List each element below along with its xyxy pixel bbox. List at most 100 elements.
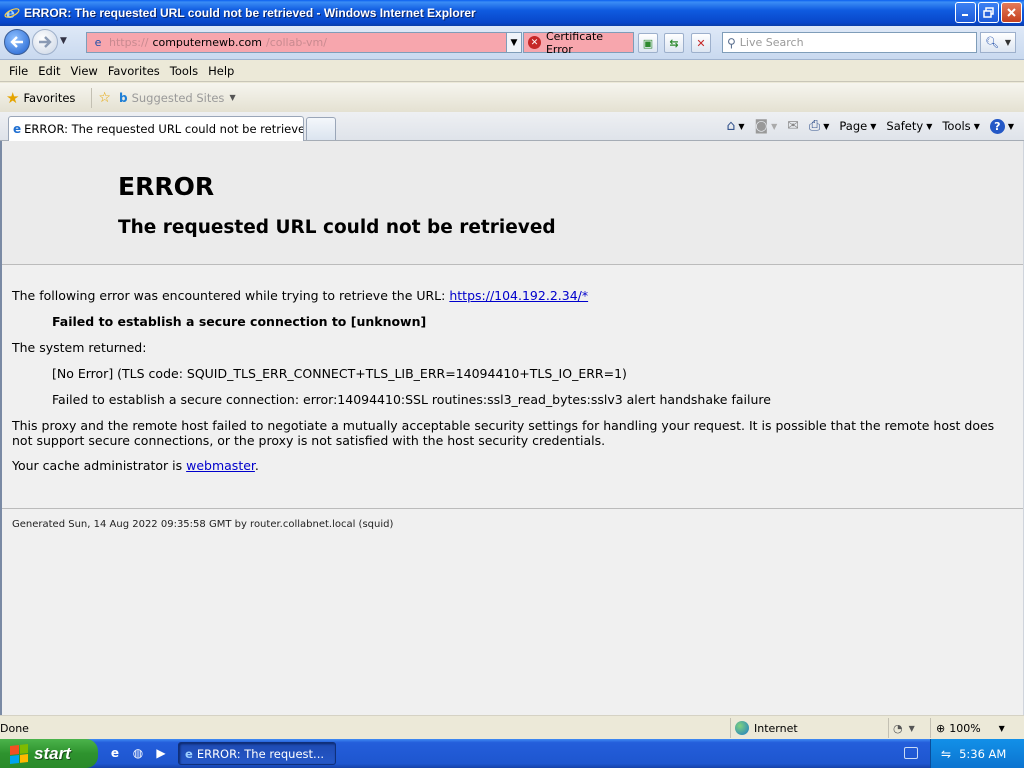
certificate-error-label: Certificate Error <box>545 29 604 56</box>
suggested-sites-button[interactable]: Suggested Sites <box>132 91 225 105</box>
zone-label: Internet <box>754 721 798 735</box>
protected-mode-dropdown-icon: ▼ <box>908 723 915 733</box>
quicklaunch-ie-icon[interactable]: e <box>106 744 124 762</box>
error-header: ERROR The requested URL could not be ret… <box>2 141 1023 265</box>
taskbar-ie-icon: e <box>185 746 193 761</box>
menu-help[interactable]: Help <box>203 64 239 78</box>
safety-menu-button[interactable]: Safety ▼ <box>882 117 936 135</box>
refresh-icon: ⇆ <box>669 36 679 50</box>
home-dropdown-icon: ▼ <box>738 121 745 131</box>
close-button[interactable] <box>1001 2 1022 23</box>
quicklaunch-media-icon[interactable]: ◍ <box>129 744 147 762</box>
stop-button[interactable]: ✕ <box>691 33 711 53</box>
home-button[interactable]: ⌂ ▼ <box>723 116 749 136</box>
protected-mode-button[interactable]: ◔ ▼ <box>888 718 928 738</box>
windows-logo-icon <box>10 743 28 764</box>
add-to-favorites-bar-icon[interactable]: ☆ <box>98 90 111 106</box>
address-bar[interactable]: e https:// computernewb.com /collab-vm/ … <box>86 32 522 53</box>
system-returned-label: The system returned: <box>12 340 147 355</box>
menu-file[interactable]: File <box>4 64 33 78</box>
clock[interactable]: 5:36 AM <box>959 747 1006 761</box>
taskbar: start e ◍ ▶ e ERROR: The request... ⇋ 5:… <box>0 739 1024 768</box>
failed-message: Failed to establish a secure connection … <box>52 314 427 329</box>
safety-menu-label: Safety <box>886 119 924 133</box>
error-intro-text: The following error was encountered whil… <box>12 288 450 303</box>
address-dropdown-button[interactable]: ▼ <box>506 33 521 52</box>
webmaster-link[interactable]: webmaster <box>186 458 255 473</box>
error-url-link[interactable]: https://104.192.2.34/* <box>449 288 588 303</box>
menu-favorites[interactable]: Favorites <box>103 64 165 78</box>
favorites-separator <box>91 87 93 108</box>
minimize-button[interactable] <box>955 2 976 23</box>
safety-dropdown-icon: ▼ <box>926 121 933 131</box>
printer-icon: ⎙ <box>809 118 821 134</box>
forward-button[interactable] <box>32 29 58 55</box>
search-box[interactable]: ⚲ <box>722 32 977 53</box>
cache-admin-suffix: . <box>254 458 259 473</box>
ssl-error-line: Failed to establish a secure connection:… <box>52 392 771 407</box>
refresh-button[interactable]: ⇆ <box>664 33 684 53</box>
url-path: /collab-vm/ <box>266 36 327 49</box>
forward-arrow-icon <box>39 36 52 48</box>
menu-bar: File Edit View Favorites Tools Help <box>0 60 1024 82</box>
certificate-error-button[interactable]: ✕ Certificate Error <box>523 29 634 56</box>
favorites-bar: ★ Favorites ☆ b Suggested Sites ▼ <box>0 83 1024 112</box>
page-dropdown-icon: ▼ <box>870 121 877 131</box>
zoom-button[interactable]: ⊕ 100% ▼ <box>930 718 1022 738</box>
start-label: start <box>34 743 71 763</box>
help-icon: ? <box>989 118 1005 134</box>
print-dropdown-icon: ▼ <box>823 121 830 131</box>
search-go-button[interactable]: 🔍︎ ▼ <box>980 32 1016 53</box>
svg-text:e: e <box>6 6 15 21</box>
search-input[interactable] <box>739 36 960 49</box>
url-scheme: https:// <box>109 36 149 49</box>
zoom-level: 100% <box>949 721 981 735</box>
error-intro: The following error was encountered whil… <box>12 288 588 303</box>
network-tray-icon[interactable]: ⇋ <box>941 747 951 761</box>
tools-menu-button[interactable]: Tools ▼ <box>938 117 984 135</box>
protected-mode-icon: ◔ <box>893 721 903 735</box>
command-bar: ⌂ ▼ ◙ ▼ ✉ ⎙ ▼ Page ▼ Safety ▼ Tools ▼ ? ▼ <box>723 116 1019 136</box>
quicklaunch-desktop-icon[interactable]: ▶ <box>152 744 170 762</box>
window-title: ERROR: The requested URL could not be re… <box>24 6 476 20</box>
error-subheading: The requested URL could not be retrieved <box>118 217 556 238</box>
mail-icon: ✉ <box>787 118 800 134</box>
window-controls <box>955 2 1022 23</box>
restore-button[interactable] <box>978 2 999 23</box>
taskbar-ie-window[interactable]: e ERROR: The request... <box>178 742 336 765</box>
shield-error-icon: ✕ <box>528 36 541 49</box>
back-button[interactable] <box>4 29 30 55</box>
tab-title: ERROR: The requested URL could not be re… <box>24 122 304 136</box>
error-heading: ERROR <box>118 172 215 201</box>
help-menu-button[interactable]: ? ▼ <box>986 117 1018 136</box>
system-tray: ⇋ 5:36 AM <box>930 739 1024 768</box>
feeds-dropdown-icon: ▼ <box>771 121 778 131</box>
start-button[interactable]: start <box>0 739 98 768</box>
bing-icon: b <box>118 90 128 105</box>
menu-edit[interactable]: Edit <box>33 64 65 78</box>
recent-pages-dropdown[interactable]: ▼ <box>60 36 67 46</box>
tab-active[interactable]: e ERROR: The requested URL could not be … <box>8 116 304 141</box>
status-text: Done <box>0 722 29 735</box>
feeds-button[interactable]: ◙ ▼ <box>751 116 782 136</box>
favorites-button[interactable]: Favorites <box>23 91 75 105</box>
compatibility-view-button[interactable]: ▣ <box>638 33 658 53</box>
url-host: computernewb.com <box>152 36 263 49</box>
new-tab-button[interactable] <box>306 117 336 140</box>
rss-feed-icon: ◙ <box>754 118 769 134</box>
read-mail-button[interactable]: ✉ <box>783 116 803 136</box>
menu-tools[interactable]: Tools <box>165 64 203 78</box>
help-dropdown-icon: ▼ <box>1007 121 1014 131</box>
generated-footer: Generated Sun, 14 Aug 2022 09:35:58 GMT … <box>12 519 394 530</box>
print-button[interactable]: ⎙ ▼ <box>805 116 833 136</box>
menu-view[interactable]: View <box>66 64 103 78</box>
keyboard-layout-icon[interactable] <box>904 747 918 759</box>
tab-page-icon: e <box>13 122 22 136</box>
security-zone[interactable]: Internet <box>730 718 880 738</box>
tools-dropdown-icon: ▼ <box>973 121 980 131</box>
back-arrow-icon <box>10 36 23 48</box>
minimize-icon <box>962 14 968 16</box>
title-bar: e ERROR: The requested URL could not be … <box>0 0 1024 26</box>
suggested-sites-dropdown-icon[interactable]: ▼ <box>229 93 235 102</box>
page-menu-button[interactable]: Page ▼ <box>835 117 880 135</box>
